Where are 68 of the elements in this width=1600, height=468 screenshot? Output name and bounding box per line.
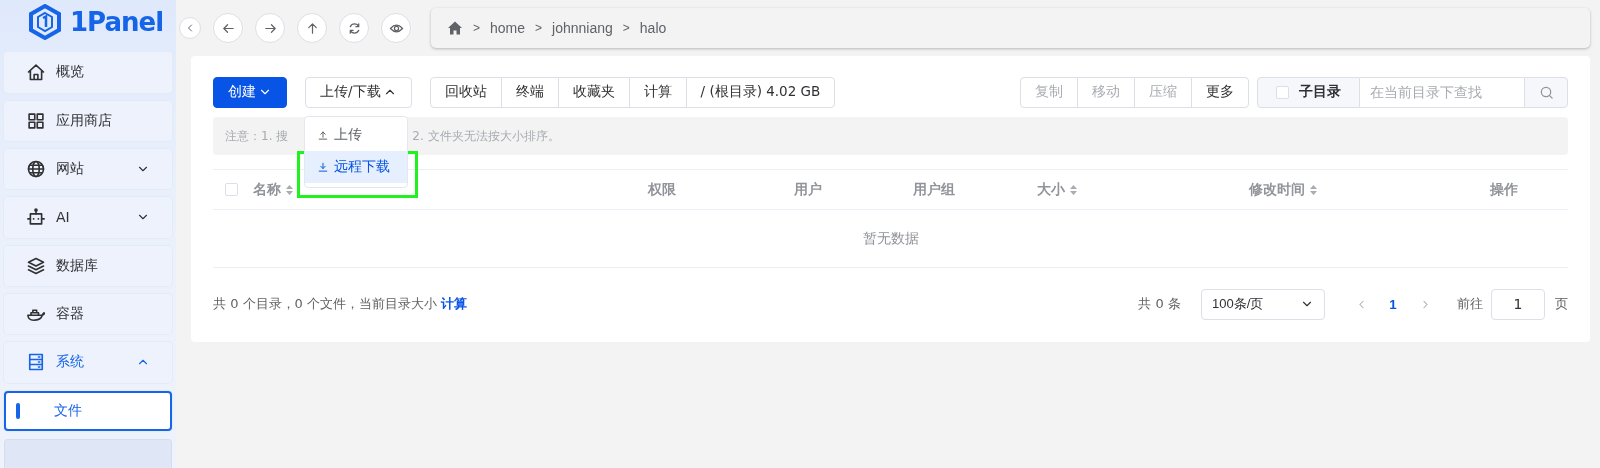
column-header: 用户 [794, 180, 822, 199]
notice-text: 2. 文件夹无法按大小排序。 [412, 127, 560, 145]
search-icon [1538, 84, 1554, 100]
empty-text: 暂无数据 [862, 229, 919, 248]
breadcrumb-link[interactable]: home [490, 20, 526, 36]
breadcrumb-separator: > [622, 21, 630, 35]
server-icon [26, 352, 46, 373]
select-all-checkbox[interactable] [225, 183, 238, 196]
globe-icon [26, 159, 46, 180]
sidebar-subitem[interactable]: 文件 [4, 390, 172, 432]
toolbar-button[interactable]: 回收站 [429, 76, 502, 108]
sidebar-item[interactable]: AI [4, 197, 172, 238]
goto-label: 前往 [1457, 295, 1483, 313]
checkbox-label: 子目录 [1299, 83, 1341, 101]
sort-icon[interactable] [1308, 183, 1318, 196]
sidebar-item[interactable]: 网站 [4, 148, 172, 190]
sidebar-item[interactable]: 系统 [4, 342, 172, 383]
hexagon-icon [28, 4, 62, 41]
upload-download-button[interactable]: 上传/下载 [305, 76, 412, 108]
total-count: 共 0 条 [1138, 295, 1181, 313]
breadcrumb-separator: > [473, 21, 480, 35]
breadcrumb-separator: > [535, 21, 543, 35]
menu-item[interactable]: 远程下载 [305, 151, 407, 183]
layers-icon [26, 255, 46, 276]
search-button[interactable] [1524, 76, 1568, 108]
toolbar-button[interactable]: 计算 [628, 76, 687, 108]
sidebar-item[interactable]: 概览 [4, 52, 172, 93]
home-icon[interactable] [447, 20, 463, 36]
toolbar-button[interactable]: 收藏夹 [557, 76, 630, 108]
sort-icon[interactable] [285, 183, 294, 196]
subdirectory-checkbox[interactable] [1276, 85, 1289, 99]
search-field[interactable]: 在当前目录下查找 [1360, 76, 1524, 108]
compute-link[interactable]: 计算 [440, 295, 467, 313]
summary-text: 共 0 个目录，0 个文件，当前目录大小 [213, 295, 437, 313]
toolbar-button[interactable]: / (根目录) 4.02 GB [685, 76, 836, 108]
column-header: 权限 [648, 180, 676, 199]
eye-button[interactable] [381, 13, 411, 43]
column-header: 名称 [253, 180, 281, 199]
sidebar-item[interactable]: 数据库 [4, 245, 172, 286]
toolbar-button[interactable]: 终端 [500, 76, 559, 108]
notice-text: 注意：1. 搜 [225, 127, 289, 145]
breadcrumb-link[interactable]: halo [639, 20, 667, 36]
action-button[interactable]: 更多 [1191, 76, 1249, 108]
upload-icon [317, 129, 329, 141]
sort-icon[interactable] [1068, 183, 1078, 196]
column-header: 修改时间 [1248, 180, 1305, 199]
robot-icon [26, 207, 46, 228]
back-button[interactable] [213, 13, 243, 43]
page-input[interactable]: 1 [1491, 288, 1545, 320]
home-icon [26, 62, 46, 83]
active-bar [16, 402, 20, 419]
page-size-select[interactable]: 100条/页 [1201, 288, 1325, 320]
column-header: 用户组 [913, 180, 955, 199]
collapse-button[interactable] [179, 17, 201, 39]
create-button[interactable]: 创建 [213, 76, 287, 108]
grid-icon [26, 110, 46, 131]
download-icon [317, 161, 329, 173]
forward-button[interactable] [255, 13, 285, 43]
logo: 1Panel [4, 0, 172, 45]
column-header: 大小 [1036, 180, 1065, 199]
column-header: 操作 [1489, 180, 1518, 199]
page-suffix: 页 [1555, 295, 1568, 313]
page-number[interactable]: 1 [1377, 288, 1409, 320]
sidebar-item[interactable]: 容器 [4, 293, 172, 335]
breadcrumb-link[interactable]: johnniang [552, 20, 613, 36]
refresh-button[interactable] [339, 13, 369, 43]
up-button[interactable] [297, 13, 327, 43]
sidebar-item[interactable]: 应用商店 [4, 100, 172, 141]
